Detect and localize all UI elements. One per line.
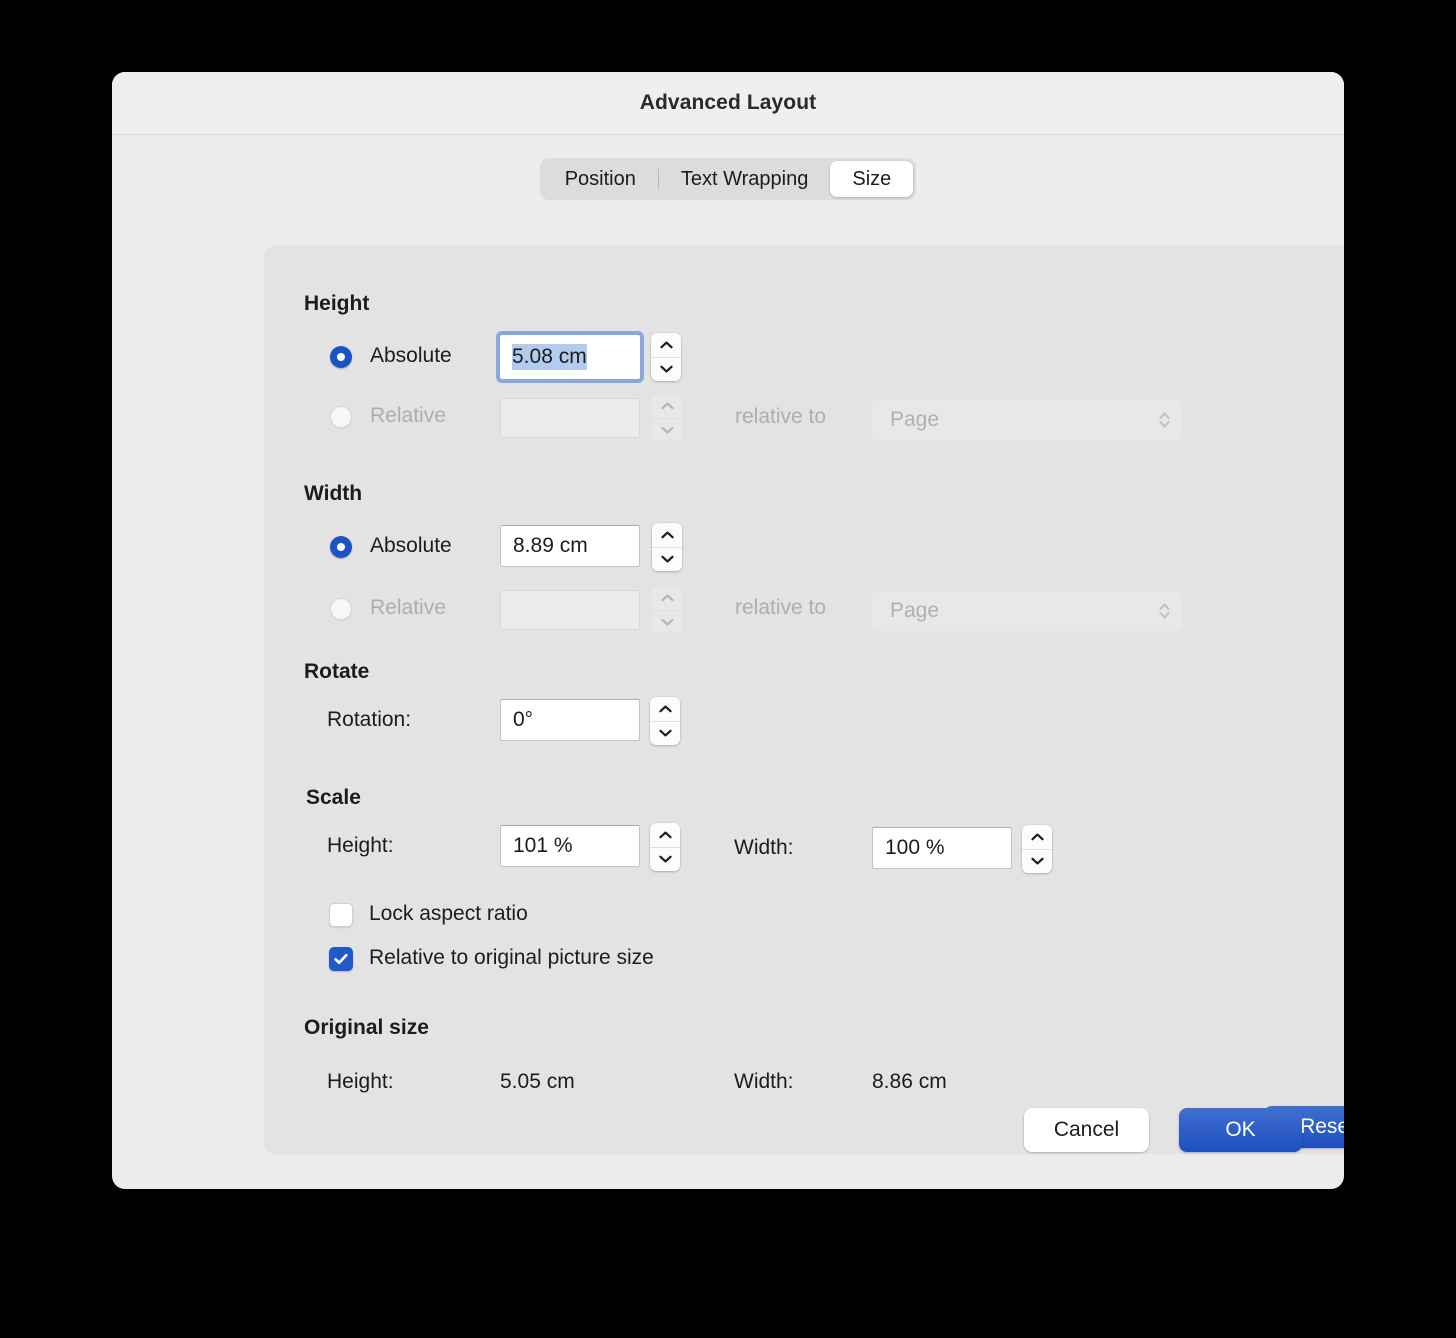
rotation-label: Rotation: — [327, 708, 412, 731]
relative-to-original-label: Relative to original picture size — [369, 946, 654, 969]
width-absolute-stepper-up[interactable] — [652, 523, 682, 548]
tab-position[interactable]: Position — [543, 161, 658, 197]
width-relative-input[interactable] — [500, 590, 640, 630]
screen-background: Advanced Layout Position Text Wrapping S… — [0, 0, 1456, 1338]
rotation-value: 0° — [513, 708, 534, 731]
chevron-up-icon — [660, 531, 674, 539]
scale-height-label: Height: — [327, 834, 394, 857]
width-absolute-label: Absolute — [370, 534, 452, 557]
width-relative-to-value: Page — [890, 599, 940, 622]
scale-width-input[interactable]: 100 % — [872, 827, 1012, 869]
width-relative-radio[interactable] — [330, 598, 352, 620]
height-relative-to-label: relative to — [735, 405, 827, 428]
rotate-group-title: Rotate — [304, 660, 370, 683]
chevron-up-icon — [659, 341, 673, 349]
height-absolute-stepper-up[interactable] — [651, 333, 681, 358]
lock-aspect-ratio-label: Lock aspect ratio — [369, 902, 528, 925]
chevron-down-icon — [1030, 857, 1044, 865]
width-absolute-stepper[interactable] — [652, 523, 682, 571]
scale-group-title: Scale — [306, 786, 361, 809]
ok-button[interactable]: OK — [1179, 1108, 1302, 1152]
chevron-up-icon — [660, 402, 674, 410]
original-width-label: Width: — [734, 1070, 794, 1093]
tab-bar: Position Text Wrapping Size — [539, 158, 917, 200]
cancel-button[interactable]: Cancel — [1024, 1108, 1149, 1152]
dialog-titlebar: Advanced Layout — [112, 72, 1344, 135]
scale-height-stepper-down[interactable] — [650, 848, 680, 872]
height-absolute-stepper-down[interactable] — [651, 358, 681, 382]
height-relative-label: Relative — [370, 404, 446, 427]
height-relative-radio[interactable] — [330, 406, 352, 428]
tab-size[interactable]: Size — [830, 161, 914, 197]
chevron-up-icon — [1030, 833, 1044, 841]
rotation-stepper-down[interactable] — [650, 722, 680, 746]
height-group-title: Height — [304, 292, 370, 315]
dialog-title: Advanced Layout — [639, 91, 817, 114]
original-width-value: 8.86 cm — [872, 1070, 947, 1093]
width-relative-stepper[interactable] — [652, 587, 682, 633]
chevron-down-icon — [658, 855, 672, 863]
scale-width-label: Width: — [734, 836, 794, 859]
chevron-up-icon — [658, 705, 672, 713]
scale-width-value: 100 % — [885, 836, 945, 859]
chevron-up-icon — [660, 594, 674, 602]
height-relative-to-value: Page — [890, 408, 940, 431]
chevron-down-icon — [660, 618, 674, 626]
scale-width-stepper-up[interactable] — [1022, 825, 1052, 850]
height-relative-stepper-down[interactable] — [652, 419, 682, 442]
height-relative-stepper-up[interactable] — [652, 395, 682, 419]
width-relative-stepper-down[interactable] — [652, 611, 682, 634]
height-relative-input[interactable] — [500, 398, 640, 438]
chevron-down-icon — [660, 426, 674, 434]
relative-to-original-checkbox[interactable] — [329, 947, 353, 971]
chevron-down-icon — [659, 365, 673, 373]
height-absolute-input[interactable]: 5.08 cm — [499, 334, 641, 380]
width-absolute-stepper-down[interactable] — [652, 548, 682, 572]
width-absolute-radio[interactable] — [330, 536, 352, 558]
tab-bar-container: Position Text Wrapping Size — [112, 158, 1344, 200]
height-absolute-value: 5.08 cm — [512, 344, 587, 370]
height-relative-stepper[interactable] — [652, 395, 682, 441]
width-absolute-value: 8.89 cm — [513, 534, 588, 557]
scale-height-value: 101 % — [513, 834, 573, 857]
check-icon — [334, 953, 348, 965]
original-size-group-title: Original size — [304, 1016, 429, 1039]
height-absolute-radio[interactable] — [330, 346, 352, 368]
advanced-layout-dialog: Advanced Layout Position Text Wrapping S… — [112, 72, 1344, 1189]
scale-width-stepper-down[interactable] — [1022, 850, 1052, 874]
lock-aspect-ratio-checkbox[interactable] — [329, 903, 353, 927]
rotation-input[interactable]: 0° — [500, 699, 640, 741]
width-relative-to-label: relative to — [735, 596, 827, 619]
rotation-stepper-up[interactable] — [650, 697, 680, 722]
width-absolute-input[interactable]: 8.89 cm — [500, 525, 640, 567]
scale-height-stepper-up[interactable] — [650, 823, 680, 848]
height-relative-to-select[interactable]: Page — [872, 400, 1182, 440]
scale-height-input[interactable]: 101 % — [500, 825, 640, 867]
chevron-down-icon — [660, 555, 674, 563]
height-absolute-label: Absolute — [370, 344, 452, 367]
size-settings-panel: Height Absolute 5.08 cm Relative relativ… — [264, 246, 1344, 1154]
width-relative-stepper-up[interactable] — [652, 587, 682, 611]
chevron-down-icon — [658, 729, 672, 737]
width-relative-to-select[interactable]: Page — [872, 591, 1182, 631]
scale-height-stepper[interactable] — [650, 823, 680, 871]
chevron-up-down-icon — [1159, 603, 1170, 619]
width-group-title: Width — [304, 482, 363, 505]
chevron-up-down-icon — [1159, 412, 1170, 428]
original-height-value: 5.05 cm — [500, 1070, 575, 1093]
scale-width-stepper[interactable] — [1022, 825, 1052, 873]
tab-text-wrapping[interactable]: Text Wrapping — [659, 161, 830, 197]
rotation-stepper[interactable] — [650, 697, 680, 745]
chevron-up-icon — [658, 831, 672, 839]
width-relative-label: Relative — [370, 596, 446, 619]
original-height-label: Height: — [327, 1070, 394, 1093]
height-absolute-stepper[interactable] — [651, 333, 681, 381]
